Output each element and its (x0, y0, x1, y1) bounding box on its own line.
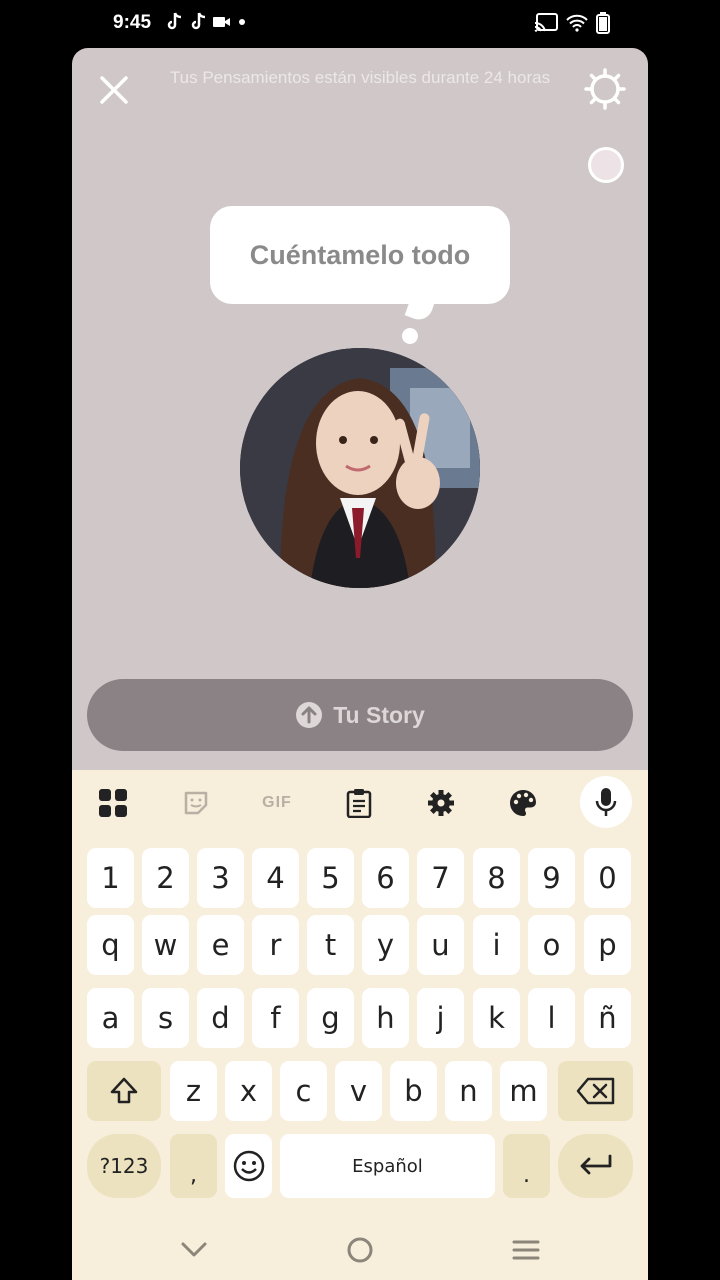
key-u[interactable]: u (417, 915, 464, 975)
key-0[interactable]: 0 (584, 848, 631, 908)
comma-key[interactable]: , (170, 1134, 217, 1198)
key-1[interactable]: 1 (87, 848, 134, 908)
home-circle-icon (347, 1237, 373, 1263)
backspace-key[interactable] (558, 1061, 633, 1121)
enter-icon (580, 1154, 611, 1175)
hide-keyboard-button[interactable] (174, 1230, 214, 1270)
sticker-icon (184, 791, 208, 815)
system-icons (534, 12, 610, 34)
period-key[interactable]: . (503, 1134, 550, 1198)
key-h[interactable]: h (362, 988, 409, 1048)
enter-key[interactable] (558, 1134, 633, 1198)
key-s[interactable]: s (142, 988, 189, 1048)
key-d[interactable]: d (197, 988, 244, 1048)
clipboard-icon (346, 789, 372, 818)
status-bar: 9:45 (0, 0, 720, 48)
dot-icon (239, 19, 245, 25)
voice-input-button[interactable] (580, 776, 632, 828)
apps-icon (99, 789, 127, 817)
upload-arrow-icon (296, 702, 323, 728)
key-f[interactable]: f (252, 988, 299, 1048)
visibility-notice: Tus Pensamientos están visibles durante … (169, 68, 551, 87)
recents-button[interactable] (506, 1230, 546, 1270)
key-b[interactable]: b (390, 1061, 437, 1121)
avatar-photo (240, 348, 480, 588)
tiktok-icon (167, 12, 182, 30)
menu-icon (512, 1240, 540, 1260)
key-y[interactable]: y (362, 915, 409, 975)
shift-key[interactable] (87, 1061, 161, 1121)
key-8[interactable]: 8 (473, 848, 520, 908)
key-p[interactable]: p (584, 915, 631, 975)
thought-input-placeholder[interactable]: Cuéntamelo todo (250, 240, 471, 271)
key-g[interactable]: g (307, 988, 354, 1048)
status-time: 9:45 (113, 12, 152, 33)
key-j[interactable]: j (417, 988, 464, 1048)
key-4[interactable]: 4 (252, 848, 299, 908)
key-x[interactable]: x (225, 1061, 272, 1121)
key-3[interactable]: 3 (197, 848, 244, 908)
on-screen-keyboard: GIF 1 2 3 4 5 6 7 8 9 0 q w e r t y u i … (72, 770, 648, 1280)
key-l[interactable]: l (528, 988, 575, 1048)
key-n-tilde[interactable]: ñ (584, 988, 631, 1048)
settings-button[interactable] (582, 66, 628, 112)
profile-avatar (240, 348, 480, 588)
close-icon (100, 76, 128, 104)
key-i[interactable]: i (473, 915, 520, 975)
gif-label: GIF (262, 794, 292, 811)
key-t[interactable]: t (307, 915, 354, 975)
key-6[interactable]: 6 (362, 848, 409, 908)
symbols-key[interactable]: ?123 (87, 1134, 161, 1198)
key-r[interactable]: r (252, 915, 299, 975)
chevron-down-icon (181, 1242, 207, 1257)
color-picker-dot[interactable] (588, 147, 624, 183)
key-c[interactable]: c (280, 1061, 327, 1121)
key-9[interactable]: 9 (528, 848, 575, 908)
emoji-icon (233, 1150, 264, 1182)
key-n[interactable]: n (445, 1061, 492, 1121)
gear-icon (428, 790, 454, 816)
key-a[interactable]: a (87, 988, 134, 1048)
shift-icon (110, 1077, 138, 1104)
key-w[interactable]: w (142, 915, 189, 975)
close-button[interactable] (94, 70, 134, 110)
share-to-story-label: Tu Story (333, 701, 425, 728)
navigation-bar (72, 1218, 648, 1280)
key-q[interactable]: q (87, 915, 134, 975)
key-k[interactable]: k (473, 988, 520, 1048)
tiktok-icon (191, 12, 206, 30)
key-v[interactable]: v (335, 1061, 382, 1121)
key-m[interactable]: m (500, 1061, 547, 1121)
cast-icon (534, 13, 558, 32)
thought-bubble[interactable]: Cuéntamelo todo (210, 206, 510, 304)
wifi-icon (566, 14, 588, 32)
thoughts-panel: Tus Pensamientos están visibles durante … (72, 48, 648, 1280)
space-key[interactable]: Español (280, 1134, 495, 1198)
keyboard-toolbar: GIF (72, 770, 648, 832)
emoji-key[interactable] (225, 1134, 272, 1198)
bubble-dot (402, 328, 418, 344)
key-7[interactable]: 7 (417, 848, 464, 908)
key-z[interactable]: z (170, 1061, 217, 1121)
key-o[interactable]: o (528, 915, 575, 975)
video-icon (213, 17, 230, 27)
keyboard-settings-button[interactable] (418, 780, 464, 826)
sticker-button[interactable] (173, 780, 219, 826)
clipboard-button[interactable] (336, 780, 382, 826)
battery-icon (596, 12, 610, 34)
home-button[interactable] (340, 1230, 380, 1270)
mic-icon (595, 788, 617, 816)
palette-icon (510, 790, 536, 816)
apps-button[interactable] (90, 780, 136, 826)
notification-icons (165, 12, 247, 32)
gear-icon (584, 68, 626, 110)
key-e[interactable]: e (197, 915, 244, 975)
share-to-story-button[interactable]: Tu Story (87, 679, 633, 751)
gif-button[interactable]: GIF (254, 780, 300, 826)
backspace-icon (576, 1077, 614, 1105)
key-5[interactable]: 5 (307, 848, 354, 908)
key-2[interactable]: 2 (142, 848, 189, 908)
theme-button[interactable] (500, 780, 546, 826)
